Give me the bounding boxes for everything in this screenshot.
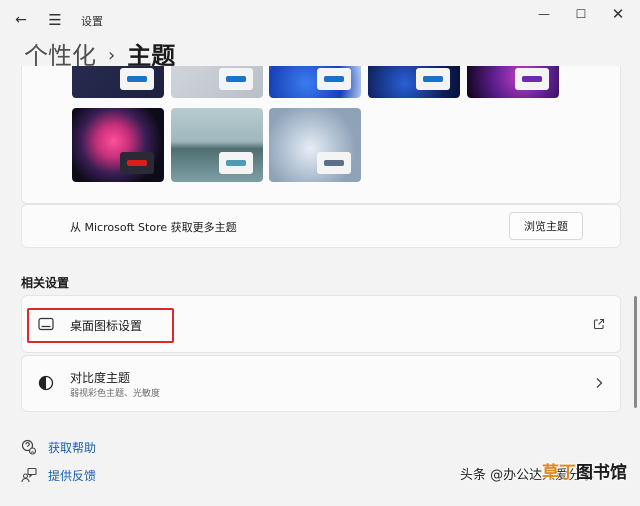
minimize-icon[interactable]: — [524, 4, 564, 24]
window-title: 设置 [81, 15, 103, 28]
chevron-right-icon [591, 375, 607, 391]
monitor-icon [37, 315, 55, 333]
close-icon[interactable]: ✕ [598, 4, 638, 24]
chevron-right-icon: › [108, 45, 116, 66]
watermark-brand: 草丁图书馆 [542, 463, 627, 483]
get-help-link[interactable]: 获取帮助 [21, 437, 96, 457]
contrast-icon [37, 374, 55, 392]
maximize-icon[interactable]: ☐ [561, 4, 601, 24]
scrollbar[interactable] [634, 296, 637, 408]
theme-thumbnail[interactable] [171, 66, 263, 98]
help-icon [21, 439, 37, 455]
related-settings-heading: 相关设置 [21, 276, 70, 290]
store-text: 从 Microsoft Store 获取更多主题 [70, 221, 237, 234]
back-arrow-icon[interactable]: ← [10, 10, 32, 30]
external-link-icon [591, 316, 607, 332]
theme-thumbnail[interactable] [72, 108, 164, 182]
feedback-icon [21, 467, 37, 483]
desktop-icon-settings-row[interactable]: 桌面图标设置 [21, 295, 621, 353]
browse-themes-button[interactable]: 浏览主题 [509, 212, 583, 240]
theme-thumbnail[interactable] [269, 108, 361, 182]
theme-thumbnail[interactable] [269, 66, 361, 98]
give-feedback-link[interactable]: 提供反馈 [21, 465, 96, 485]
title-bar: ← ☰ 设置 — ☐ ✕ [0, 0, 640, 40]
theme-gallery [21, 66, 621, 204]
give-feedback-label[interactable]: 提供反馈 [48, 467, 96, 484]
contrast-themes-label: 对比度主题 [70, 371, 131, 385]
hamburger-menu-icon[interactable]: ☰ [44, 10, 66, 30]
theme-thumbnail[interactable] [171, 108, 263, 182]
desktop-icon-settings-label: 桌面图标设置 [70, 319, 143, 333]
theme-thumbnail[interactable] [467, 66, 559, 98]
watermark: 头条 @办公达人爱分享 草丁图书馆 [460, 462, 627, 483]
get-help-label[interactable]: 获取帮助 [48, 439, 96, 456]
theme-thumbnail[interactable] [368, 66, 460, 98]
contrast-themes-description: 弱视彩色主题、光敏度 [70, 389, 161, 399]
store-row: 从 Microsoft Store 获取更多主题 浏览主题 [21, 204, 621, 248]
contrast-themes-row[interactable]: 对比度主题 弱视彩色主题、光敏度 [21, 355, 621, 412]
theme-thumbnail[interactable] [72, 66, 164, 98]
